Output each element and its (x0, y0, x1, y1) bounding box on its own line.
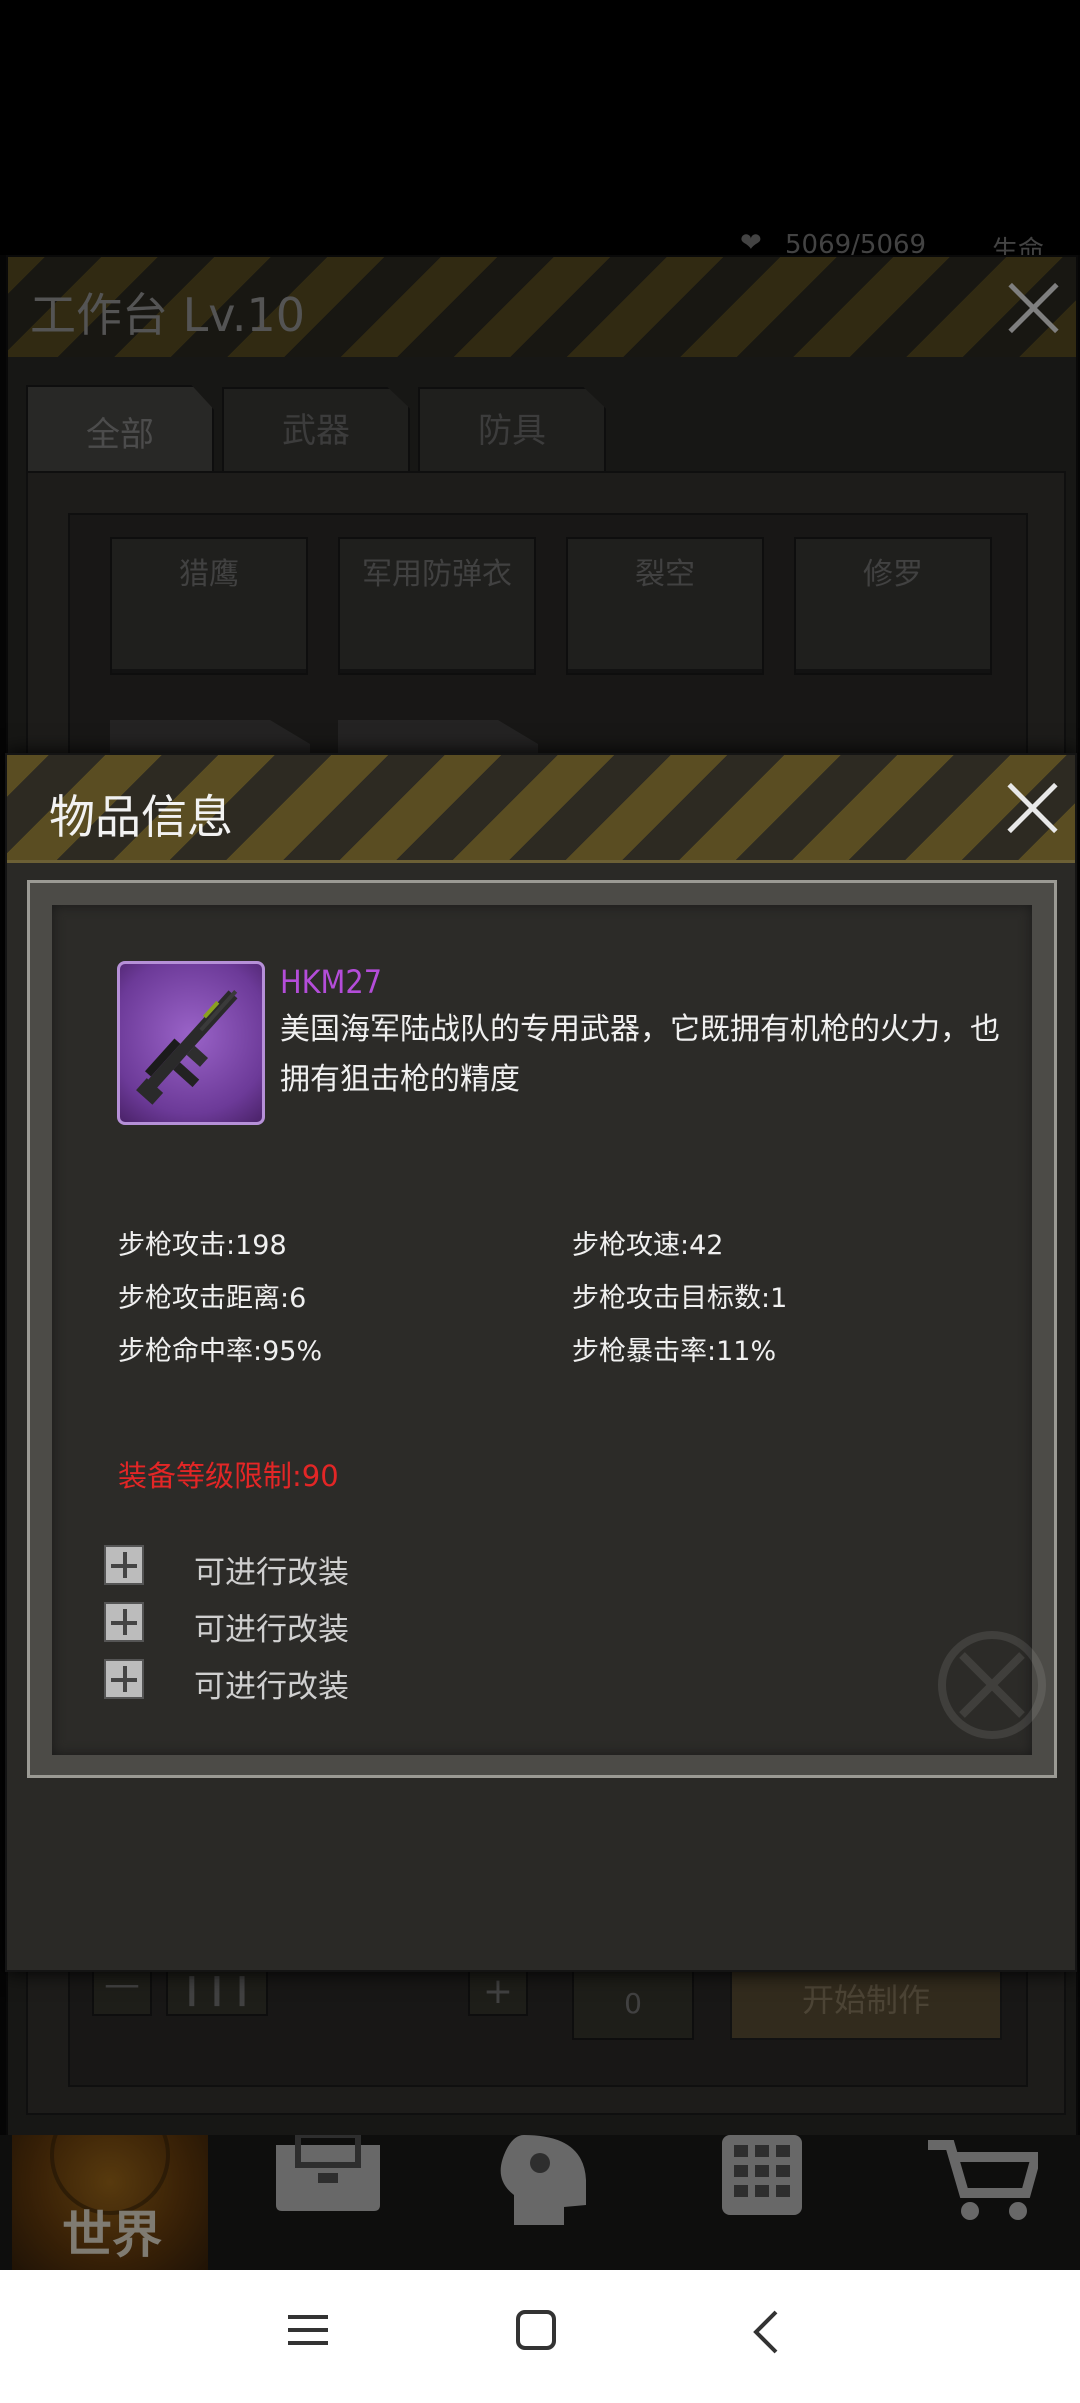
stat-hit-rate: 步枪命中率:95% (118, 1336, 323, 1367)
rifle-icon (136, 990, 238, 1105)
mod-slot-label: 可进行改装 (194, 1612, 349, 1648)
item-info-modal: 物品信息 HKM27 美国海军陆战队的专用武器，它既拥有机枪的火力，也拥有狙击枪… (5, 753, 1077, 1972)
mod-slot-label: 可进行改装 (194, 1555, 349, 1591)
stat-attack-speed: 步枪攻速:42 (572, 1230, 724, 1261)
home-icon[interactable] (516, 2310, 556, 2350)
item-content: HKM27 美国海军陆战队的专用武器，它既拥有机枪的火力，也拥有狙击枪的精度 步… (52, 905, 1046, 1755)
item-frame: HKM27 美国海军陆战队的专用武器，它既拥有机枪的火力，也拥有狙击枪的精度 步… (27, 880, 1057, 1778)
modal-title: 物品信息 (49, 790, 233, 844)
system-nav-bar (0, 2270, 1080, 2403)
item-icon-slot (117, 961, 265, 1125)
emblem-watermark-icon (938, 1631, 1046, 1739)
plus-icon[interactable] (104, 1602, 144, 1642)
level-requirement: 装备等级限制:90 (118, 1459, 339, 1493)
item-name: HKM27 (280, 963, 382, 1001)
modal-header: 物品信息 (7, 755, 1075, 863)
stat-attack: 步枪攻击:198 (118, 1230, 287, 1261)
back-icon[interactable] (750, 2310, 780, 2354)
plus-icon[interactable] (104, 1545, 144, 1585)
item-description: 美国海军陆战队的专用武器，它既拥有机枪的火力，也拥有狙击枪的精度 (280, 1012, 1000, 1097)
mod-slot-label: 可进行改装 (194, 1669, 349, 1705)
modal-close-icon[interactable] (1003, 779, 1061, 837)
stat-crit-rate: 步枪暴击率:11% (572, 1336, 777, 1367)
stat-range: 步枪攻击距离:6 (118, 1283, 307, 1314)
plus-icon[interactable] (104, 1659, 144, 1699)
stat-target-count: 步枪攻击目标数:1 (572, 1283, 788, 1314)
menu-icon[interactable] (288, 2310, 328, 2350)
